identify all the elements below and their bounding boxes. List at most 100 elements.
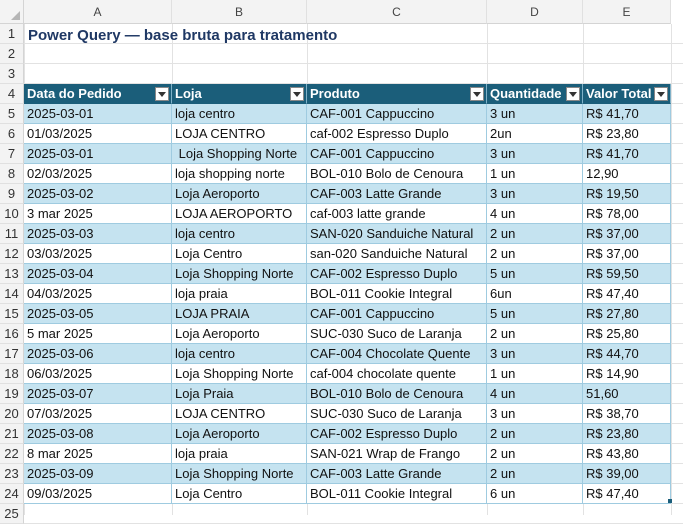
row-header-3[interactable]: 3 (0, 64, 24, 84)
table-cell[interactable]: SAN-021 Wrap de Frango (307, 444, 487, 464)
table-cell[interactable]: R$ 37,00 (583, 224, 671, 244)
table-cell[interactable]: 2025-03-05 (24, 304, 172, 324)
column-header-a[interactable]: A (24, 0, 172, 24)
filter-dropdown-icon[interactable] (566, 87, 580, 101)
row-header-25[interactable]: 25 (0, 504, 24, 524)
table-header-cell[interactable]: Data do Pedido (24, 84, 172, 104)
table-cell[interactable]: 3 mar 2025 (24, 204, 172, 224)
table-cell[interactable]: Loja Aeroporto (172, 324, 307, 344)
table-header-cell[interactable]: Produto (307, 84, 487, 104)
row-header-24[interactable]: 24 (0, 484, 24, 504)
table-cell[interactable]: R$ 25,80 (583, 324, 671, 344)
row-header-5[interactable]: 5 (0, 104, 24, 124)
table-cell[interactable]: 2025-03-08 (24, 424, 172, 444)
table-cell[interactable]: Loja Aeroporto (172, 424, 307, 444)
table-cell[interactable]: BOL-010 Bolo de Cenoura (307, 384, 487, 404)
table-cell[interactable]: san-020 Sanduiche Natural (307, 244, 487, 264)
table-cell[interactable]: R$ 27,80 (583, 304, 671, 324)
table-cell[interactable]: 02/03/2025 (24, 164, 172, 184)
table-cell[interactable]: LOJA AEROPORTO (172, 204, 307, 224)
table-cell[interactable]: CAF-001 Cappuccino (307, 144, 487, 164)
row-header-10[interactable]: 10 (0, 204, 24, 224)
table-cell[interactable]: R$ 14,90 (583, 364, 671, 384)
row-header-17[interactable]: 17 (0, 344, 24, 364)
table-cell[interactable]: loja praia (172, 284, 307, 304)
table-header-cell[interactable]: Loja (172, 84, 307, 104)
row-header-22[interactable]: 22 (0, 444, 24, 464)
table-cell[interactable]: 2025-03-03 (24, 224, 172, 244)
row-header-6[interactable]: 6 (0, 124, 24, 144)
table-cell[interactable]: SUC-030 Suco de Laranja (307, 324, 487, 344)
table-cell[interactable]: R$ 19,50 (583, 184, 671, 204)
table-cell[interactable]: 2 un (487, 424, 583, 444)
table-cell[interactable]: R$ 39,00 (583, 464, 671, 484)
table-cell[interactable]: R$ 23,80 (583, 424, 671, 444)
row-header-1[interactable]: 1 (0, 24, 24, 44)
table-cell[interactable]: Loja Centro (172, 244, 307, 264)
column-header-c[interactable]: C (307, 0, 487, 24)
table-cell[interactable]: 06/03/2025 (24, 364, 172, 384)
table-cell[interactable]: R$ 43,80 (583, 444, 671, 464)
table-cell[interactable]: CAF-004 Chocolate Quente (307, 344, 487, 364)
table-cell[interactable]: loja shopping norte (172, 164, 307, 184)
column-header-d[interactable]: D (487, 0, 583, 24)
table-cell[interactable]: 3 un (487, 144, 583, 164)
table-cell[interactable]: CAF-001 Cappuccino (307, 104, 487, 124)
table-cell[interactable]: BOL-011 Cookie Integral (307, 484, 487, 504)
table-cell[interactable]: 3 un (487, 344, 583, 364)
table-cell[interactable]: 5 mar 2025 (24, 324, 172, 344)
table-cell[interactable]: 12,90 (583, 164, 671, 184)
table-cell[interactable]: loja centro (172, 344, 307, 364)
table-cell[interactable]: 2025-03-07 (24, 384, 172, 404)
row-header-16[interactable]: 16 (0, 324, 24, 344)
row-header-4[interactable]: 4 (0, 84, 24, 104)
table-cell[interactable]: CAF-001 Cappuccino (307, 304, 487, 324)
table-cell[interactable]: 2025-03-04 (24, 264, 172, 284)
table-cell[interactable]: loja praia (172, 444, 307, 464)
row-header-9[interactable]: 9 (0, 184, 24, 204)
filter-dropdown-icon[interactable] (470, 87, 484, 101)
table-cell[interactable]: 4 un (487, 384, 583, 404)
select-all-corner[interactable] (0, 0, 24, 24)
table-cell[interactable]: 2un (487, 124, 583, 144)
table-cell[interactable]: SAN-020 Sanduiche Natural (307, 224, 487, 244)
table-cell[interactable]: loja centro (172, 224, 307, 244)
table-cell[interactable]: loja centro (172, 104, 307, 124)
table-cell[interactable]: 07/03/2025 (24, 404, 172, 424)
row-header-18[interactable]: 18 (0, 364, 24, 384)
table-cell[interactable]: SUC-030 Suco de Laranja (307, 404, 487, 424)
row-header-21[interactable]: 21 (0, 424, 24, 444)
table-cell[interactable]: Loja Shopping Norte (172, 144, 307, 164)
row-header-23[interactable]: 23 (0, 464, 24, 484)
sheet-title[interactable]: Power Query — base bruta para tratamento (28, 27, 337, 44)
table-cell[interactable]: R$ 78,00 (583, 204, 671, 224)
table-cell[interactable]: 2 un (487, 224, 583, 244)
table-cell[interactable]: 09/03/2025 (24, 484, 172, 504)
table-cell[interactable]: 3 un (487, 184, 583, 204)
table-header-cell[interactable]: Quantidade (487, 84, 583, 104)
table-cell[interactable]: 1 un (487, 364, 583, 384)
row-header-11[interactable]: 11 (0, 224, 24, 244)
row-header-8[interactable]: 8 (0, 164, 24, 184)
table-resize-handle[interactable] (668, 499, 672, 503)
table-cell[interactable]: 3 un (487, 404, 583, 424)
table-cell[interactable]: LOJA PRAIA (172, 304, 307, 324)
table-cell[interactable]: 2 un (487, 324, 583, 344)
table-cell[interactable]: Loja Shopping Norte (172, 264, 307, 284)
table-cell[interactable]: R$ 59,50 (583, 264, 671, 284)
table-cell[interactable]: R$ 37,00 (583, 244, 671, 264)
table-cell[interactable]: BOL-010 Bolo de Cenoura (307, 164, 487, 184)
row-header-2[interactable]: 2 (0, 44, 24, 64)
table-cell[interactable]: R$ 38,70 (583, 404, 671, 424)
table-cell[interactable]: Loja Centro (172, 484, 307, 504)
table-cell[interactable]: caf-003 latte grande (307, 204, 487, 224)
table-cell[interactable]: Loja Shopping Norte (172, 364, 307, 384)
table-cell[interactable]: BOL-011 Cookie Integral (307, 284, 487, 304)
table-cell[interactable]: 51,60 (583, 384, 671, 404)
table-cell[interactable]: CAF-002 Espresso Duplo (307, 424, 487, 444)
table-cell[interactable]: 2025-03-06 (24, 344, 172, 364)
table-cell[interactable]: caf-002 Espresso Duplo (307, 124, 487, 144)
table-cell[interactable]: R$ 47,40 (583, 484, 671, 504)
table-cell[interactable]: CAF-003 Latte Grande (307, 464, 487, 484)
table-cell[interactable]: 3 un (487, 104, 583, 124)
